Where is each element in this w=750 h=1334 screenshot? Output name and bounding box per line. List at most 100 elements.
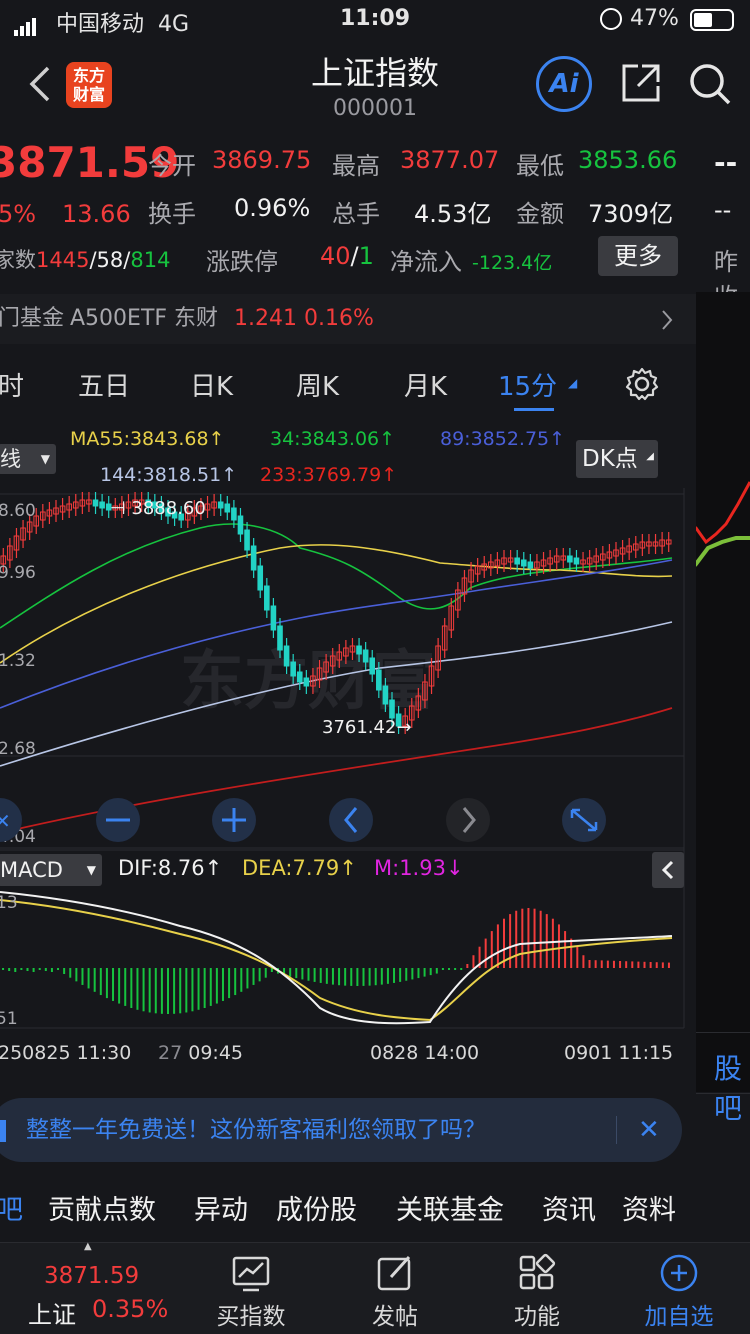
tab-intraday[interactable]: 时	[0, 366, 24, 403]
settings-gear-icon[interactable]	[624, 366, 660, 402]
ma89-legend: 89:3852.75↑	[440, 428, 566, 450]
active-tab-indicator	[514, 408, 554, 411]
tab-weekly-k[interactable]: 周K	[296, 366, 339, 403]
rotation-lock-icon	[600, 8, 622, 30]
subnav-constituents[interactable]: 成份股	[276, 1180, 357, 1242]
netflow-value: -123.4亿	[472, 252, 553, 274]
candle	[527, 561, 534, 569]
fund-name: A500ETF 东财	[70, 306, 219, 331]
battery-icon	[690, 9, 734, 31]
speaker-icon	[0, 1120, 6, 1142]
m-legend: M:1.93↓	[374, 856, 464, 880]
tab-5day[interactable]: 五日	[78, 366, 130, 403]
index-name: 上证	[28, 1301, 76, 1329]
tab-15min[interactable]: 15分	[498, 366, 557, 403]
x-label: 27 09:45	[158, 1042, 243, 1064]
subnav-news[interactable]: 资讯	[542, 1180, 596, 1242]
change-value: 13.66	[62, 200, 131, 228]
promo-banner[interactable]: 整整一年免费送！这份新客福利您领取了吗？ ✕	[0, 1098, 682, 1162]
change-pct: 5%	[0, 200, 37, 228]
x-label: 250825 11:30	[0, 1042, 132, 1064]
subnav-related-funds[interactable]: 关联基金	[396, 1180, 504, 1242]
candle	[99, 501, 105, 509]
edit-icon	[377, 1255, 411, 1291]
volume-label: 总手	[332, 200, 380, 228]
side-trend-lines	[696, 481, 750, 567]
turnover-value: 0.96%	[234, 194, 311, 222]
zoom-out-button[interactable]	[96, 798, 140, 842]
candle	[296, 671, 303, 683]
candle	[362, 649, 369, 663]
candle	[264, 585, 270, 611]
header: 东方 财富 上证指数 000001 Ai	[0, 40, 750, 128]
dk-point-button[interactable]: DK点 ◢	[576, 440, 658, 478]
fund-price: 1.241	[234, 306, 297, 331]
svg-text:✕: ✕	[0, 809, 11, 833]
fullscreen-button[interactable]	[562, 798, 606, 842]
netflow-label: 净流入	[390, 248, 462, 276]
y-label: 1.32	[0, 651, 36, 671]
divider	[616, 1116, 617, 1144]
line-type-select[interactable]: 线 ▼	[0, 444, 56, 474]
chart-icon	[232, 1256, 270, 1292]
buy-index-button[interactable]: 买指数	[196, 1253, 306, 1331]
subnav-profile[interactable]: 资料	[622, 1180, 676, 1242]
candle	[520, 559, 527, 567]
battery-percent: 47%	[630, 6, 679, 31]
indicator-select[interactable]: MACD ▼	[0, 854, 102, 886]
chevron-left-icon	[661, 860, 674, 880]
macd-y-bottom: 51	[0, 1009, 18, 1029]
subnav-contribution[interactable]: 贡献点数	[48, 1180, 156, 1242]
promo-text: 整整一年免费送！这份新客福利您领取了吗？	[26, 1117, 486, 1143]
ma144-legend: 144:3818.51↑	[100, 464, 238, 486]
ma233-legend: 233:3769.79↑	[260, 464, 398, 486]
tab-monthly-k[interactable]: 月K	[404, 366, 447, 403]
more-button[interactable]: 更多	[598, 236, 678, 276]
tab-daily-k[interactable]: 日K	[190, 366, 233, 403]
related-fund-strip[interactable]: 门基金 A500ETF 东财 1.241 0.16%	[0, 294, 696, 344]
collapse-panel-button[interactable]	[652, 852, 684, 888]
high-value: 3877.07	[400, 146, 500, 174]
chevron-right-icon	[662, 310, 673, 330]
candle	[244, 529, 250, 551]
status-bar: 中国移动 4G 11:09 47%	[0, 0, 750, 40]
period-tabs: 时 五日 日K 周K 月K 15分 ◢	[0, 350, 696, 416]
candle	[224, 503, 231, 513]
zoom-in-button[interactable]	[212, 798, 256, 842]
kline-chart: 线 ▼ MA55:3843.68↑ 34:3843.06↑ 89:3852.75↑…	[0, 418, 696, 1084]
low-label: 最低	[516, 152, 564, 180]
limit-values: 40/1	[320, 242, 374, 270]
macd-y-top: 13	[0, 893, 18, 913]
ma34-legend: 34:3843.06↑	[270, 428, 396, 450]
grid-icon	[519, 1253, 556, 1290]
candle	[250, 545, 257, 571]
candle	[303, 677, 310, 687]
add-watchlist-button[interactable]: 加自选	[624, 1253, 734, 1331]
dea-legend: DEA:7.79↑	[242, 856, 357, 880]
scroll-right-button[interactable]	[446, 798, 490, 842]
add-circle-icon	[660, 1254, 698, 1292]
caret-up-icon: ▲	[84, 1241, 92, 1252]
subnav-guba[interactable]: 吧	[0, 1180, 23, 1242]
guba-tab[interactable]: 股吧	[696, 1032, 750, 1125]
post-button[interactable]: 发帖	[340, 1253, 450, 1331]
ai-assistant-button[interactable]: Ai	[536, 56, 592, 112]
candle	[92, 499, 99, 507]
fund-pct: 0.16%	[304, 306, 374, 331]
quote-panel: 3871.59 今开 3869.75 最高 3877.07 最低 3853.66…	[0, 132, 750, 311]
subnav-movement[interactable]: 异动	[194, 1180, 248, 1242]
candle	[389, 699, 395, 719]
scroll-left-button[interactable]	[329, 798, 373, 842]
search-icon[interactable]	[688, 62, 732, 106]
breadth: 家数1445/58/814	[0, 248, 171, 272]
dif-legend: DIF:8.76↑	[118, 856, 223, 880]
share-icon[interactable]	[620, 62, 662, 104]
functions-button[interactable]: 功能	[482, 1253, 592, 1331]
index-summary[interactable]: ▲ 3871.59 上证 0.35%	[20, 1241, 180, 1334]
candle	[376, 669, 382, 691]
close-icon[interactable]: ✕	[638, 1098, 660, 1162]
candle	[270, 605, 277, 631]
right-summary-cut: -- -- 昨收	[714, 146, 738, 311]
x-label: 0828 14:00	[370, 1042, 480, 1064]
tab-dropdown-icon: ◢	[568, 376, 578, 390]
